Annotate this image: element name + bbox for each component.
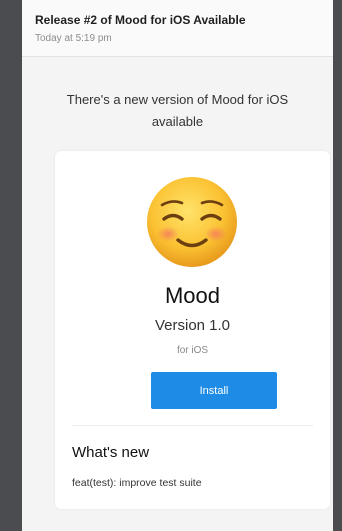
whats-new-heading: What's new: [72, 444, 150, 461]
intro-text: There's a new version of Mood for iOS av…: [22, 89, 333, 133]
email-received-time: Today at 5:19 pm: [35, 33, 112, 44]
email-subject: Release #2 of Mood for iOS Available: [35, 13, 246, 27]
changelog-entry: feat(test): improve test suite: [72, 477, 202, 489]
release-card: Mood Version 1.0 for iOS Install What's …: [55, 151, 330, 509]
right-panel-edge: [333, 0, 342, 531]
intro-text-line: There's a new version of Mood for iOS: [66, 92, 289, 107]
divider: [72, 425, 313, 426]
smiling-face-emoji-icon: [147, 177, 237, 267]
app-name: Mood: [164, 283, 221, 308]
install-button[interactable]: Install: [151, 372, 277, 409]
left-panel-edge: [0, 0, 22, 531]
app-platform: for iOS: [176, 345, 209, 356]
app-version: Version 1.0: [154, 317, 231, 334]
intro-text-line: available: [151, 114, 204, 129]
email-message: Release #2 of Mood for iOS Available Tod…: [22, 0, 333, 531]
email-header: Release #2 of Mood for iOS Available Tod…: [22, 0, 333, 57]
